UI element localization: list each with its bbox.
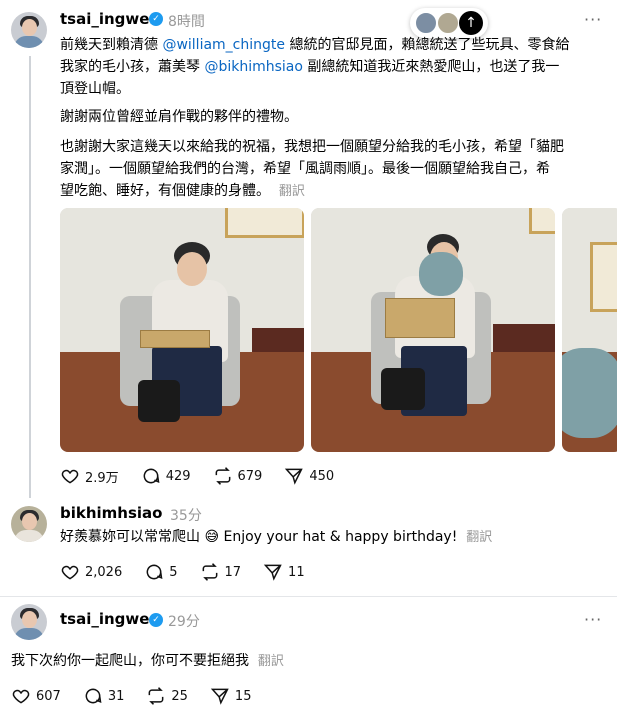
repost-button[interactable]: 679 xyxy=(213,466,263,486)
reply2-like-button[interactable]: 607 xyxy=(11,686,61,706)
reply1-share-button[interactable]: 11 xyxy=(263,562,305,582)
reply2-share-count: 15 xyxy=(234,688,252,704)
like-count: 2.9万 xyxy=(85,470,119,486)
reply2-translate-link[interactable]: 翻訳 xyxy=(258,654,284,669)
avatar-bikhim[interactable] xyxy=(11,506,47,542)
reply1-like-count: 2,026 xyxy=(85,564,123,580)
send-icon xyxy=(263,564,282,581)
reply2-more-icon[interactable]: ··· xyxy=(584,610,602,629)
reply2-repost-count: 25 xyxy=(171,688,188,704)
post-photo-1[interactable] xyxy=(60,208,304,452)
post-paragraph-2: 謝謝兩位曾經並肩作戰的夥伴的禮物。 xyxy=(60,109,298,125)
repost-count: 679 xyxy=(237,468,263,484)
post-translate-link[interactable]: 翻訳 xyxy=(279,184,305,199)
reply1-username[interactable]: bikhimhsiao xyxy=(60,504,162,522)
post-time: 8時間 xyxy=(168,14,205,30)
mini-avatar-2 xyxy=(436,11,460,35)
post-more-icon[interactable]: ··· xyxy=(584,10,602,29)
reply2-text: 我下次約你一起爬山，你可不要拒絕我 翻訳 xyxy=(11,653,284,669)
repost-icon xyxy=(215,467,230,485)
like-button[interactable]: 2.9万 xyxy=(60,466,119,486)
heart-icon xyxy=(12,689,30,704)
reply2-reply-count: 31 xyxy=(107,688,125,704)
reply1-reply-button[interactable]: 5 xyxy=(144,562,178,582)
heart-icon xyxy=(61,565,79,580)
mention-bikhim[interactable]: @bikhimhsiao xyxy=(204,59,303,75)
divider xyxy=(0,596,617,597)
reply2-share-button[interactable]: 15 xyxy=(210,686,252,706)
reply2-like-count: 607 xyxy=(36,688,61,704)
comment-icon xyxy=(146,564,163,580)
reply2-username[interactable]: tsai_ingwen xyxy=(60,610,160,628)
reply1-repost-count: 17 xyxy=(224,564,242,580)
repost-icon xyxy=(202,563,217,581)
post-photo-2[interactable] xyxy=(311,208,555,452)
post-paragraph-3: 也謝謝大家這幾天以來給我的祝福，我想把一個願望分給我的毛小孩，希望「貓肥 家潤」… xyxy=(60,139,564,199)
avatar-tsai[interactable] xyxy=(11,12,47,48)
reply1-translate-link[interactable]: 翻訳 xyxy=(466,530,492,545)
comment-icon xyxy=(85,688,102,704)
post-actions: 2.9万 429 679 450 xyxy=(60,466,356,486)
reply1-repost-button[interactable]: 17 xyxy=(200,562,242,582)
avatar-tsai-reply[interactable] xyxy=(11,604,47,640)
heart-icon xyxy=(61,469,79,484)
post-paragraph-1: 前幾天到賴清德 @william_chingte 總統的官邸見面，賴總統送了些玩… xyxy=(60,37,570,97)
thread-line xyxy=(29,56,31,498)
post-image-carousel[interactable] xyxy=(60,208,617,452)
repost-icon xyxy=(148,687,164,705)
scroll-up-arrow-icon[interactable]: ↑ xyxy=(459,11,483,35)
post-username[interactable]: tsai_ingwen xyxy=(60,10,160,28)
reply2-time: 29分 xyxy=(168,614,200,630)
reply1-time: 35分 xyxy=(170,508,202,524)
mini-avatar-1 xyxy=(414,11,438,35)
reply-button[interactable]: 429 xyxy=(141,466,191,486)
reply-count: 429 xyxy=(165,468,191,484)
send-icon xyxy=(210,688,229,705)
reply2-reply-button[interactable]: 31 xyxy=(83,686,125,706)
reply1-actions: 2,026 5 17 11 xyxy=(60,562,327,582)
mention-william[interactable]: @william_chingte xyxy=(162,37,285,53)
reply1-share-count: 11 xyxy=(288,564,305,580)
verified-badge-icon: ✓ xyxy=(149,12,163,26)
reply1-reply-count: 5 xyxy=(169,564,178,580)
post-photo-3[interactable] xyxy=(562,208,617,452)
reply2-actions: 607 31 25 15 xyxy=(11,686,273,706)
verified-badge-icon: ✓ xyxy=(149,613,163,627)
reply1-text: 好羨慕妳可以常常爬山 😅 Enjoy your hat & happy birt… xyxy=(60,529,493,545)
share-count: 450 xyxy=(309,468,335,484)
reply1-like-button[interactable]: 2,026 xyxy=(60,562,122,582)
send-icon xyxy=(285,468,304,485)
comment-icon xyxy=(143,468,160,484)
reply2-repost-button[interactable]: 25 xyxy=(146,686,188,706)
share-button[interactable]: 450 xyxy=(284,466,334,486)
